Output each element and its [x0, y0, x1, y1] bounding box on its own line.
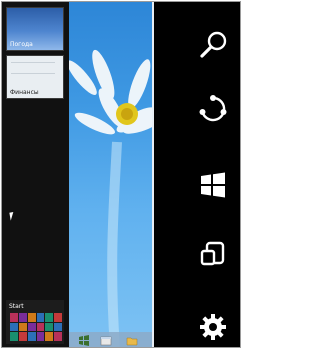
app-thumbnail-label: Финансы: [10, 89, 39, 96]
screen: Погода Финансы Start: [1, 1, 241, 348]
start-tile: [27, 313, 36, 322]
app-thumbnail-finance[interactable]: Финансы: [6, 55, 64, 99]
start-tile: [45, 313, 54, 322]
start-tile: [54, 322, 62, 332]
start-tile: [36, 313, 45, 322]
start-label: Start: [9, 303, 24, 310]
app-thumbnail-label: Погода: [10, 41, 33, 48]
start-tile: [54, 332, 62, 341]
start-icon[interactable]: [198, 170, 228, 200]
charms-bar: [154, 2, 240, 347]
store-icon[interactable]: [77, 334, 90, 346]
start-screen-thumbnail[interactable]: Start: [6, 300, 64, 344]
share-icon[interactable]: [198, 94, 228, 124]
start-tile: [36, 322, 45, 332]
folder-icon[interactable]: [125, 334, 138, 346]
desktop-wallpaper: [69, 2, 155, 347]
start-tile: [45, 322, 54, 332]
start-tile: [27, 332, 36, 341]
taskbar: [69, 332, 155, 347]
mouse-cursor-icon: [9, 211, 19, 221]
devices-icon[interactable]: [198, 240, 228, 270]
start-tiles: [10, 313, 62, 341]
start-tile: [54, 313, 62, 322]
flower-wallpaper-image: [69, 49, 155, 347]
start-tile: [10, 332, 18, 341]
finance-preview: [11, 62, 55, 74]
start-tile: [18, 313, 27, 322]
app-thumbnail-weather[interactable]: Погода: [6, 7, 64, 51]
start-tile: [10, 322, 18, 332]
settings-icon[interactable]: [198, 312, 228, 342]
start-tile: [10, 313, 18, 322]
start-tile: [45, 332, 54, 341]
file-explorer-icon[interactable]: [99, 334, 112, 346]
app-switcher: Погода Финансы Start: [2, 2, 69, 347]
start-tile: [36, 332, 45, 341]
start-tile: [18, 332, 27, 341]
start-tile: [18, 322, 27, 332]
start-tile: [27, 322, 36, 332]
search-icon[interactable]: [198, 30, 228, 60]
